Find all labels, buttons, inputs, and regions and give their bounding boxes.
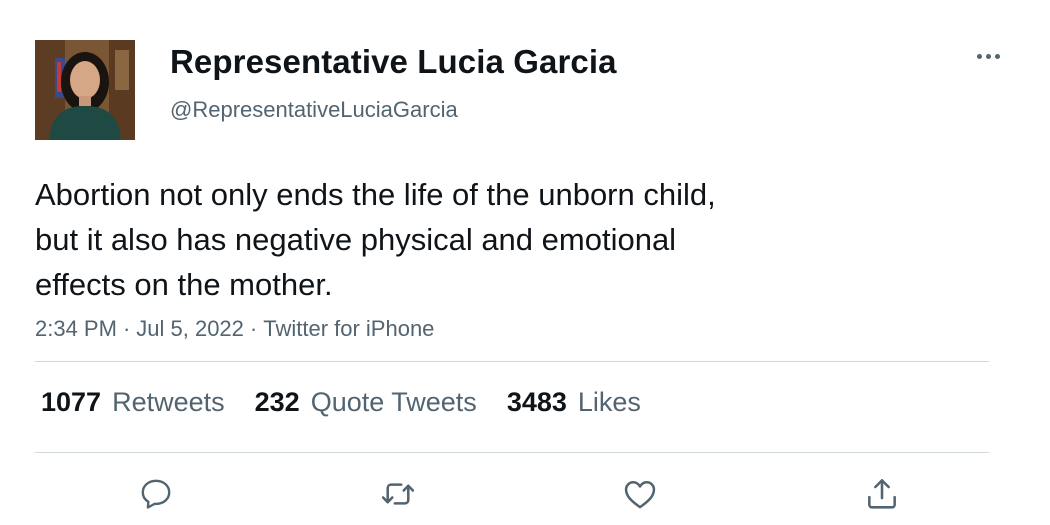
quote-tweets-label: Quote Tweets [310,387,477,417]
tweet-meta: 2:34 PM · Jul 5, 2022 · Twitter for iPhone [35,316,434,342]
share-button[interactable] [862,474,902,514]
meta-separator: · [122,316,131,341]
meta-separator: · [249,316,258,341]
likes-stat[interactable]: 3483 Likes [507,387,641,418]
retweets-stat[interactable]: 1077 Retweets [41,387,225,418]
tweet-text: Abortion not only ends the life of the u… [35,172,915,307]
more-options-button[interactable] [966,38,1010,74]
likes-label: Likes [577,387,641,417]
likes-count: 3483 [506,387,567,417]
tweet-text-line: but it also has negative physical and em… [35,222,677,257]
share-upload-icon [868,479,896,509]
engagement-stats: 1077 Retweets 232 Quote Tweets 3483 Like… [41,387,671,418]
retweet-arrows-icon [381,483,415,505]
quote-tweets-stat[interactable]: 232 Quote Tweets [255,387,477,418]
tweet-time[interactable]: 2:34 PM [35,316,117,341]
avatar[interactable] [35,40,135,140]
avatar-photo [35,40,135,140]
tweet-card: Representative Lucia Garcia @Representat… [0,0,1050,525]
speech-bubble-icon [141,479,171,509]
heart-icon [624,481,656,509]
divider [35,361,989,362]
display-name[interactable]: Representative Lucia Garcia [170,43,617,81]
quote-tweets-count: 232 [254,387,300,417]
retweets-label: Retweets [112,387,225,417]
tweet-text-line: effects on the mother. [35,267,333,302]
tweet-source[interactable]: Twitter for iPhone [263,316,434,341]
user-handle[interactable]: @RepresentativeLuciaGarcia [170,97,458,123]
retweets-count: 1077 [41,387,102,417]
divider [35,452,989,453]
reply-button[interactable] [136,474,176,514]
more-horizontal-icon [975,53,1002,59]
like-button[interactable] [620,474,660,514]
tweet-date[interactable]: Jul 5, 2022 [136,316,244,341]
retweet-button[interactable] [378,474,418,514]
tweet-text-line: Abortion not only ends the life of the u… [35,177,716,212]
